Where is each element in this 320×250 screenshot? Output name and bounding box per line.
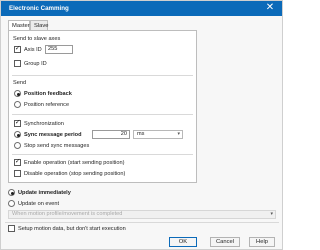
send-to-slave-heading: Send to slave axes bbox=[13, 36, 61, 42]
chevron-down-icon: ▾ bbox=[177, 131, 180, 137]
stop-sync-radio[interactable] bbox=[14, 142, 21, 149]
sync-period-unit-select[interactable]: ms ▾ bbox=[133, 130, 183, 139]
axis-id-input[interactable]: 255 bbox=[45, 45, 73, 54]
master-tab-panel: Send to slave axes Axis ID 255 Group ID … bbox=[8, 30, 197, 183]
section-divider bbox=[5, 222, 279, 223]
section-divider bbox=[12, 75, 193, 76]
section-divider bbox=[12, 114, 193, 115]
group-id-label: Group ID bbox=[24, 61, 47, 67]
chevron-down-icon: ▾ bbox=[270, 211, 273, 217]
update-immediately-radio[interactable] bbox=[8, 189, 15, 196]
sync-period-label: Sync message period bbox=[24, 132, 82, 138]
synchronization-checkbox[interactable] bbox=[14, 119, 21, 127]
event-select[interactable]: When motion profile/movement is complete… bbox=[8, 210, 276, 219]
axis-id-label: Axis ID bbox=[24, 47, 42, 53]
position-reference-radio[interactable] bbox=[14, 101, 21, 108]
close-icon[interactable]: ✕ bbox=[264, 2, 276, 14]
axis-id-checkbox[interactable] bbox=[14, 45, 21, 53]
stop-sync-label: Stop send sync messages bbox=[24, 143, 90, 149]
send-heading: Send bbox=[13, 80, 27, 86]
disable-operation-checkbox[interactable] bbox=[14, 170, 21, 177]
position-feedback-label: Position feedback bbox=[24, 91, 72, 97]
title-bar: Electronic Camming ✕ bbox=[1, 1, 282, 16]
enable-operation-label: Enable operation (start sending position… bbox=[24, 160, 125, 166]
position-reference-label: Position reference bbox=[24, 102, 70, 108]
electronic-camming-dialog: Electronic Camming ✕ Master Slave Send t… bbox=[0, 0, 283, 250]
update-immediately-label: Update immediately bbox=[18, 190, 71, 196]
window-title: Electronic Camming bbox=[9, 5, 69, 12]
synchronization-label: Synchronization bbox=[24, 121, 64, 127]
section-divider bbox=[12, 154, 193, 155]
help-button[interactable]: Help bbox=[249, 237, 275, 247]
sync-period-radio[interactable] bbox=[14, 131, 21, 138]
disable-operation-label: Disable operation (stop sending position… bbox=[24, 171, 126, 177]
setup-only-label: Setup motion data, but don't start execu… bbox=[18, 226, 126, 232]
setup-only-checkbox[interactable] bbox=[8, 225, 15, 232]
position-feedback-radio[interactable] bbox=[14, 90, 21, 97]
update-on-event-radio[interactable] bbox=[8, 200, 15, 207]
event-select-placeholder: When motion profile/movement is complete… bbox=[12, 211, 123, 217]
cancel-button[interactable]: Cancel bbox=[210, 237, 240, 247]
sync-period-unit-value: ms bbox=[137, 131, 145, 137]
ok-button[interactable]: OK bbox=[169, 237, 197, 247]
update-on-event-label: Update on event bbox=[18, 201, 60, 207]
enable-operation-checkbox[interactable] bbox=[14, 158, 21, 166]
sync-period-input[interactable]: 20 bbox=[92, 130, 130, 139]
group-id-checkbox[interactable] bbox=[14, 60, 21, 67]
